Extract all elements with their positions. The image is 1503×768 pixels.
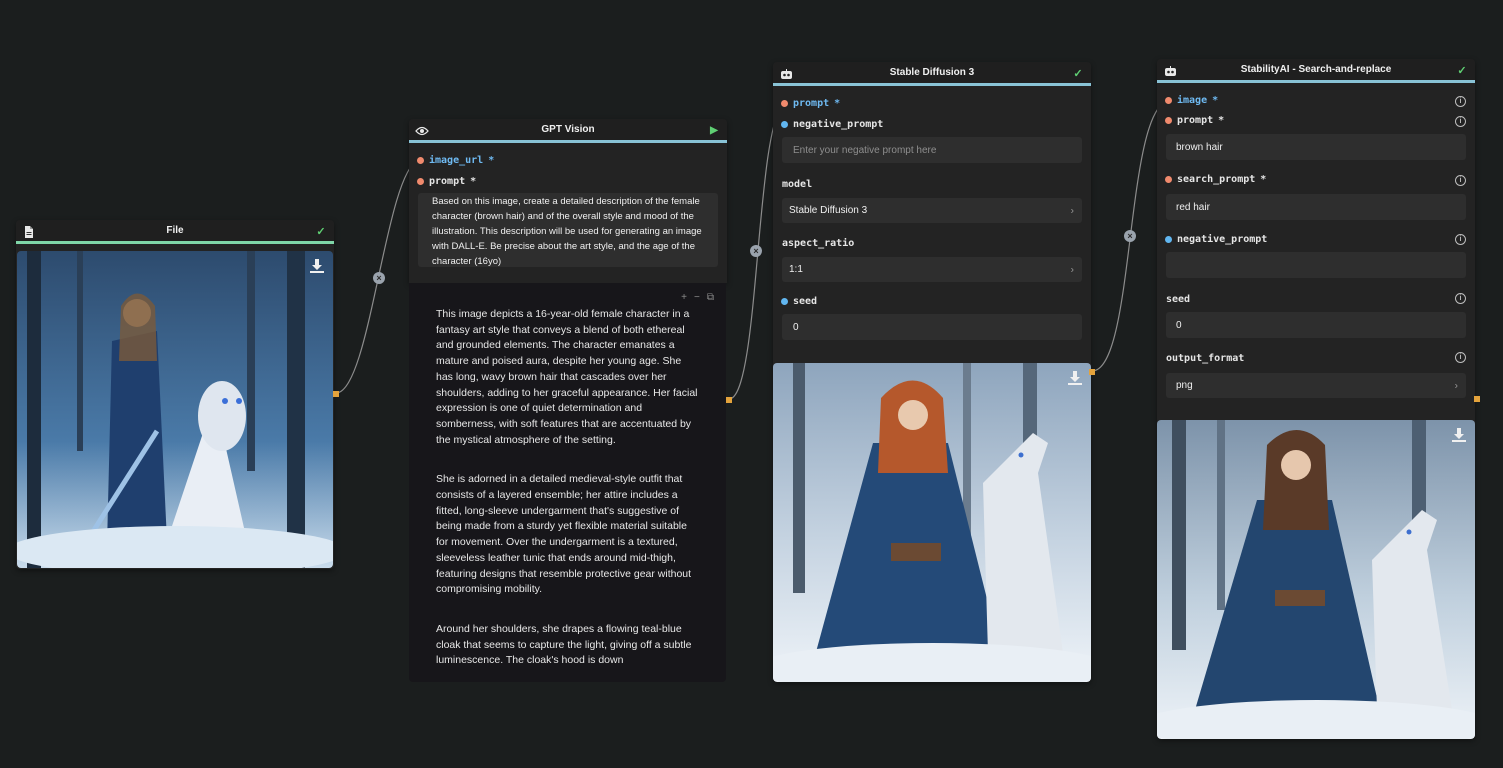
file-output-port[interactable]	[333, 391, 339, 397]
sd3-output-port[interactable]	[1089, 369, 1095, 375]
chevron-right-icon: ›	[1454, 380, 1458, 391]
node-title: File	[166, 225, 184, 236]
port-dot	[417, 178, 424, 185]
output-paragraph: This image depicts a 16-year-old female …	[436, 308, 698, 446]
info-icon[interactable]: i	[1455, 116, 1466, 127]
seed-port[interactable]: seed	[781, 296, 817, 307]
port-dot	[1165, 117, 1172, 124]
search-and-replace-output-port[interactable]	[1474, 396, 1480, 402]
file-node[interactable]: File ✓	[16, 220, 334, 569]
negative-prompt-port[interactable]: negative_prompt	[781, 119, 883, 130]
image-port[interactable]: image *	[1165, 95, 1218, 106]
seed-input[interactable]: 0	[1166, 312, 1466, 338]
output-paragraph: Around her shoulders, she drapes a flowi…	[436, 622, 692, 667]
copy-icon[interactable]: ⧉	[707, 292, 714, 303]
sd3-header[interactable]: Stable Diffusion 3 ✓	[773, 62, 1091, 86]
port-dot	[1165, 236, 1172, 243]
document-icon	[22, 225, 36, 239]
node-title: Stable Diffusion 3	[889, 67, 975, 78]
check-icon: ✓	[316, 225, 326, 238]
model-select[interactable]: Stable Diffusion 3 ›	[782, 198, 1082, 223]
seed-label: seed	[1166, 294, 1191, 305]
aspect-ratio-label: aspect_ratio	[782, 238, 855, 249]
info-icon[interactable]: i	[1455, 234, 1466, 245]
prompt-port[interactable]: prompt *	[781, 98, 840, 109]
info-icon[interactable]: i	[1455, 96, 1466, 107]
play-icon[interactable]: ▶	[707, 123, 721, 137]
output-format-select[interactable]: png ›	[1166, 373, 1466, 398]
gpt-output-port[interactable]	[726, 397, 732, 403]
file-node-header[interactable]: File ✓	[16, 220, 334, 244]
prompt-textarea[interactable]: Based on this image, create a detailed d…	[418, 193, 718, 267]
node-title: GPT Vision	[541, 124, 595, 135]
output-format-label: output_format	[1166, 353, 1245, 364]
output-text: This image depicts a 16-year-old female …	[436, 307, 701, 682]
robot-icon	[779, 67, 793, 81]
check-icon: ✓	[1073, 67, 1083, 80]
port-dot	[781, 100, 788, 107]
output-toolbar: + − ⧉	[681, 292, 714, 303]
image-url-port[interactable]: image_url *	[417, 155, 494, 166]
gpt-vision-header[interactable]: GPT Vision ▶	[409, 119, 727, 143]
download-icon[interactable]	[309, 258, 325, 274]
info-icon[interactable]: i	[1455, 352, 1466, 363]
model-label: model	[782, 179, 813, 190]
prompt-input[interactable]: brown hair	[1166, 134, 1466, 160]
search-and-replace-header[interactable]: StabilityAI - Search-and-replace ✓	[1157, 59, 1475, 83]
download-icon[interactable]	[1451, 427, 1467, 443]
node-title: StabilityAI - Search-and-replace	[1240, 64, 1392, 75]
sd3-output-image	[773, 363, 1091, 682]
robot-icon	[1163, 64, 1177, 78]
info-icon[interactable]: i	[1455, 175, 1466, 186]
wire-joint-close-icon[interactable]: ×	[750, 245, 762, 257]
port-dot	[1165, 97, 1172, 104]
prompt-port[interactable]: prompt *	[417, 176, 476, 187]
sd3-node[interactable]: Stable Diffusion 3 ✓ prompt * negative_p…	[773, 62, 1091, 682]
search-and-replace-node[interactable]: StabilityAI - Search-and-replace ✓ image…	[1157, 59, 1475, 739]
search-prompt-port[interactable]: search_prompt *	[1165, 174, 1266, 185]
chevron-right-icon: ›	[1070, 264, 1074, 275]
check-icon: ✓	[1457, 64, 1467, 77]
port-dot	[781, 298, 788, 305]
gpt-vision-node[interactable]: GPT Vision ▶ image_url * prompt * Based …	[409, 119, 727, 283]
eye-icon	[415, 124, 429, 138]
port-dot	[417, 157, 424, 164]
aspect-ratio-select[interactable]: 1:1 ›	[782, 257, 1082, 282]
prompt-port[interactable]: prompt *	[1165, 115, 1224, 126]
search-and-replace-output-image	[1157, 420, 1475, 739]
wire-joint-close-icon[interactable]: ×	[1124, 230, 1136, 242]
port-dot	[781, 121, 788, 128]
zoom-out-icon[interactable]: −	[694, 292, 700, 303]
port-dot	[1165, 176, 1172, 183]
search-prompt-input[interactable]: red hair	[1166, 194, 1466, 220]
negative-prompt-input[interactable]	[1166, 252, 1466, 278]
file-image	[17, 251, 333, 568]
gpt-output-panel: + − ⧉ This image depicts a 16-year-old f…	[409, 283, 726, 682]
output-paragraph: She is adorned in a detailed medieval-st…	[436, 473, 692, 596]
chevron-right-icon: ›	[1070, 205, 1074, 216]
info-icon[interactable]: i	[1455, 293, 1466, 304]
seed-input[interactable]: 0	[782, 314, 1082, 340]
wire-joint-close-icon[interactable]: ×	[373, 272, 385, 284]
negative-prompt-input[interactable]: Enter your negative prompt here	[782, 137, 1082, 163]
download-icon[interactable]	[1067, 370, 1083, 386]
negative-prompt-port[interactable]: negative_prompt	[1165, 234, 1267, 245]
zoom-in-icon[interactable]: +	[681, 292, 687, 303]
